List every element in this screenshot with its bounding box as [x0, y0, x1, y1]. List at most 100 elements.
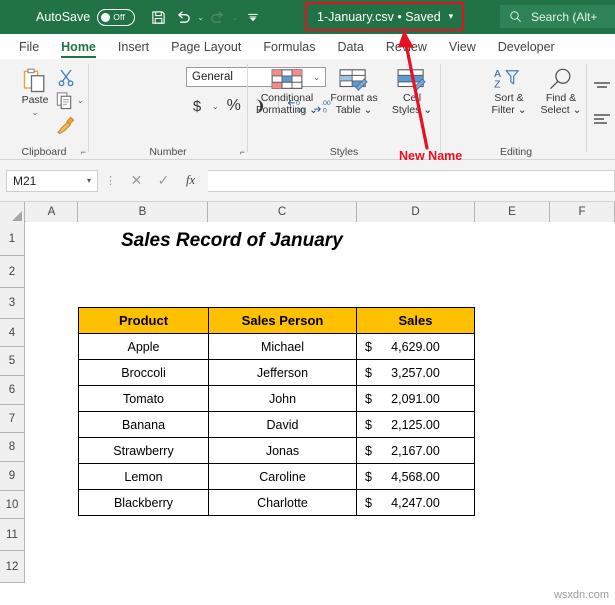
cell-sales[interactable]: $4,568.00 [357, 464, 475, 490]
paste-label: Paste [22, 95, 49, 107]
cell-sales[interactable]: $2,091.00 [357, 386, 475, 412]
tab-developer[interactable]: Developer [487, 34, 566, 59]
cell-sales[interactable]: $2,125.00 [357, 412, 475, 438]
percent-button[interactable]: % [223, 95, 245, 117]
format-as-table-button[interactable]: Format as Table ⌄ [325, 67, 383, 116]
currency-symbol: $ [365, 418, 372, 432]
row-header-7[interactable]: 7 [0, 405, 25, 433]
table-row[interactable]: Apple Michael $4,629.00 [79, 334, 475, 360]
table-row[interactable]: Tomato John $2,091.00 [79, 386, 475, 412]
save-icon[interactable] [147, 6, 169, 28]
cell-product[interactable]: Tomato [79, 386, 209, 412]
name-box[interactable]: M21 ▾ [6, 170, 98, 192]
tab-file[interactable]: File [8, 34, 50, 59]
tab-data[interactable]: Data [326, 34, 374, 59]
copy-chevron-down-icon[interactable]: ⌄ [77, 96, 84, 105]
table-row[interactable]: Lemon Caroline $4,568.00 [79, 464, 475, 490]
redo-icon[interactable] [207, 6, 229, 28]
insert-function-button[interactable]: fx [177, 170, 204, 192]
cell-product[interactable]: Lemon [79, 464, 209, 490]
cell-product[interactable]: Apple [79, 334, 209, 360]
row-header-10[interactable]: 10 [0, 491, 25, 519]
cell-person[interactable]: Jonas [209, 438, 357, 464]
row-header-9[interactable]: 9 [0, 462, 25, 491]
cell-sales[interactable]: $2,167.00 [357, 438, 475, 464]
conditional-formatting-button[interactable]: Conditional Formatting ⌄ [254, 67, 320, 116]
table-row[interactable]: Banana David $2,125.00 [79, 412, 475, 438]
tab-review[interactable]: Review [375, 34, 438, 59]
customize-qat-icon[interactable] [242, 6, 264, 28]
undo-chevron-down-icon[interactable]: ⌄ [197, 13, 204, 22]
align-left-button[interactable] [592, 103, 612, 137]
redo-chevron-down-icon[interactable]: ⌄ [232, 13, 239, 22]
tab-view[interactable]: View [438, 34, 487, 59]
table-row[interactable]: Blackberry Charlotte $4,247.00 [79, 490, 475, 516]
tab-page-layout[interactable]: Page Layout [160, 34, 252, 59]
search-placeholder: Search (Alt+ [531, 10, 597, 24]
confirm-entry-button[interactable]: ✓ [150, 170, 177, 192]
row-header-1[interactable]: 1 [0, 222, 25, 256]
filename-button[interactable]: 1-January.csv • Saved ▾ [305, 2, 464, 31]
cancel-entry-button[interactable]: ✕ [123, 170, 150, 192]
row-header-5[interactable]: 5 [0, 347, 25, 376]
formula-input[interactable] [208, 170, 615, 192]
search-input[interactable]: Search (Alt+ [500, 5, 615, 28]
undo-icon[interactable] [172, 6, 194, 28]
cell-person[interactable]: Jefferson [209, 360, 357, 386]
row-header-6[interactable]: 6 [0, 376, 25, 405]
column-header-c[interactable]: C [208, 202, 357, 222]
row-header-11[interactable]: 11 [0, 519, 25, 551]
select-all-corner[interactable] [0, 202, 25, 222]
row-header-3[interactable]: 3 [0, 288, 25, 319]
cell-person[interactable]: David [209, 412, 357, 438]
clipboard-dialog-launcher[interactable]: ⌐ [81, 147, 86, 157]
cell-sales[interactable]: $3,257.00 [357, 360, 475, 386]
name-box-chevron-down-icon[interactable]: ▾ [87, 176, 91, 185]
paste-button[interactable]: Paste ⌄ [12, 67, 58, 118]
column-header-d[interactable]: D [357, 202, 475, 222]
table-row[interactable]: Broccoli Jefferson $3,257.00 [79, 360, 475, 386]
currency-button[interactable]: $ [186, 95, 208, 117]
cell-product[interactable]: Blackberry [79, 490, 209, 516]
row-header-8[interactable]: 8 [0, 433, 25, 462]
cell-person[interactable]: Michael [209, 334, 357, 360]
cell-product[interactable]: Broccoli [79, 360, 209, 386]
tab-insert[interactable]: Insert [107, 34, 160, 59]
row-header-2[interactable]: 2 [0, 256, 25, 288]
sort-filter-button[interactable]: A Z Sort & Filter ⌄ [485, 67, 533, 116]
number-dialog-launcher[interactable]: ⌐ [240, 147, 245, 157]
currency-symbol: $ [365, 340, 372, 354]
column-header-f[interactable]: F [550, 202, 615, 222]
center-align-button[interactable] [592, 69, 612, 103]
column-header-e[interactable]: E [475, 202, 550, 222]
format-painter-button[interactable] [55, 115, 76, 141]
row-header-12[interactable]: 12 [0, 551, 25, 583]
cell-styles-button[interactable]: Cell Styles ⌄ [388, 67, 436, 116]
find-select-label-2: Select ⌄ [541, 105, 582, 117]
cell-product[interactable]: Banana [79, 412, 209, 438]
cell-sales[interactable]: $4,629.00 [357, 334, 475, 360]
cell-person[interactable]: Caroline [209, 464, 357, 490]
column-header-b[interactable]: B [78, 202, 208, 222]
cell-person[interactable]: Charlotte [209, 490, 357, 516]
column-header-a[interactable]: A [26, 202, 78, 222]
sheet-title-cell[interactable]: Sales Record of January [121, 230, 343, 252]
paste-chevron-down-icon[interactable]: ⌄ [32, 107, 39, 119]
cell-product[interactable]: Strawberry [79, 438, 209, 464]
formula-bar-separator: ⋮ [105, 174, 116, 187]
cell-person[interactable]: John [209, 386, 357, 412]
tab-home[interactable]: Home [50, 34, 107, 59]
currency-chevron-down-icon[interactable]: ⌄ [212, 102, 219, 111]
filename-chevron-down-icon[interactable]: ▾ [449, 11, 454, 22]
copy-button[interactable]: ⌄ [55, 91, 84, 110]
tab-formulas[interactable]: Formulas [252, 34, 326, 59]
group-clipboard: Paste ⌄ ⌄ [0, 59, 88, 160]
sheet-canvas[interactable]: Sales Record of January Product Sales Pe… [26, 222, 615, 605]
table-header-product: Product [79, 308, 209, 334]
autosave-toggle[interactable]: Off [97, 9, 135, 26]
find-select-button[interactable]: Find & Select ⌄ [536, 67, 586, 116]
cell-sales[interactable]: $4,247.00 [357, 490, 475, 516]
table-row[interactable]: Strawberry Jonas $2,167.00 [79, 438, 475, 464]
row-header-4[interactable]: 4 [0, 319, 25, 347]
cut-button[interactable] [56, 67, 76, 92]
